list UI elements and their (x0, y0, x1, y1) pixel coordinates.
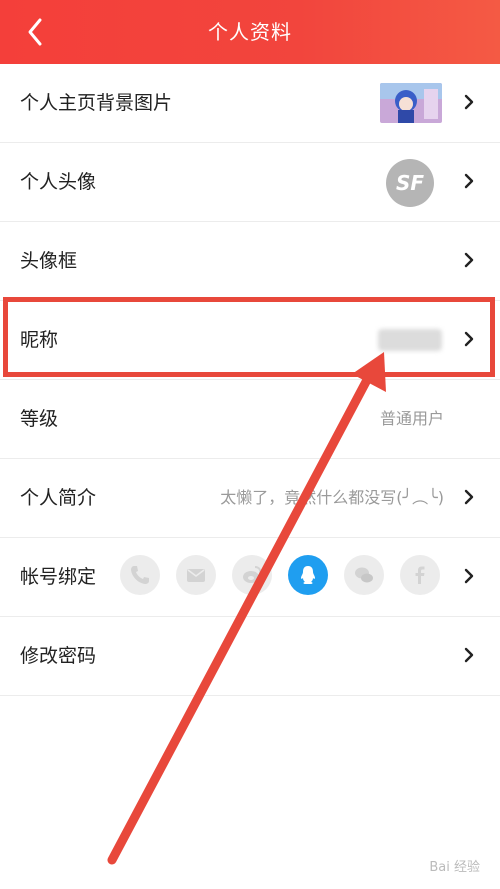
watermark: Bai 经验 (429, 860, 480, 875)
annotation-arrow-icon (107, 352, 386, 865)
